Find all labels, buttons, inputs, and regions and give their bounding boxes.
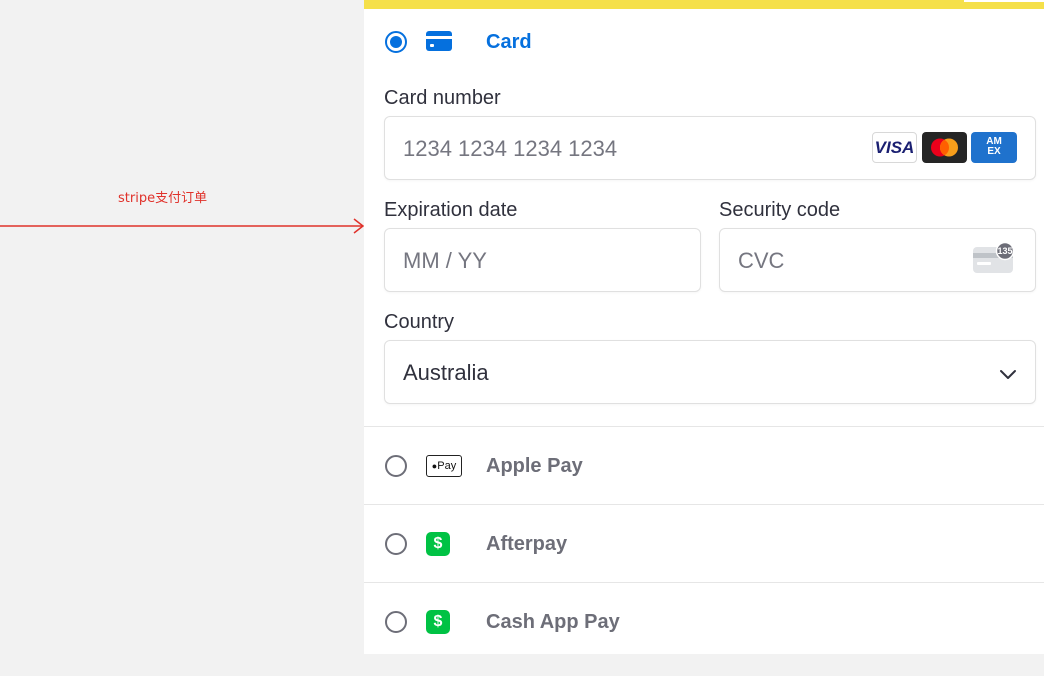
card-number-input[interactable]: 1234 1234 1234 1234 VISA AM EX <box>384 116 1036 180</box>
expiration-placeholder: MM / YY <box>403 248 487 273</box>
afterpay-radio[interactable] <box>385 533 407 555</box>
cash-app-icon: $ <box>426 610 450 634</box>
cvc-card-icon: 135 <box>973 242 1015 276</box>
country-value: Australia <box>403 360 489 385</box>
expiration-label: Expiration date <box>384 199 518 221</box>
cash-app-pay-label[interactable]: Cash App Pay <box>486 611 620 634</box>
afterpay-icon: $ <box>426 532 450 556</box>
apple-pay-label[interactable]: Apple Pay <box>486 455 583 478</box>
card-radio[interactable] <box>385 31 407 53</box>
country-select[interactable]: Australia <box>384 340 1036 404</box>
annotation-label: stripe支付订单 <box>118 191 208 206</box>
security-code-label: Security code <box>719 199 841 221</box>
mastercard-icon <box>922 132 967 163</box>
expiration-input[interactable]: MM / YY <box>384 228 701 292</box>
cash-app-pay-radio[interactable] <box>385 611 407 633</box>
amex-icon: AM EX <box>971 132 1017 163</box>
card-number-placeholder: 1234 1234 1234 1234 <box>403 136 618 161</box>
credit-card-icon <box>426 31 452 51</box>
afterpay-label[interactable]: Afterpay <box>486 533 567 556</box>
payment-panel: Card Card number 1234 1234 1234 1234 VIS… <box>364 0 1044 654</box>
country-label: Country <box>384 311 455 333</box>
apple-pay-radio[interactable] <box>385 455 407 477</box>
divider <box>364 582 1044 583</box>
apple-pay-icon: ●Pay <box>426 455 462 477</box>
cvc-badge: 135 <box>997 246 1013 256</box>
security-code-placeholder: CVC <box>738 248 785 273</box>
visa-icon: VISA <box>872 132 917 163</box>
card-number-label: Card number <box>384 87 501 109</box>
annotation-arrow <box>0 218 365 234</box>
divider <box>364 426 1044 427</box>
security-code-input[interactable]: CVC 135 <box>719 228 1036 292</box>
card-method-label[interactable]: Card <box>486 31 532 54</box>
top-banner <box>364 0 1044 9</box>
chevron-down-icon <box>1000 370 1016 379</box>
divider <box>364 504 1044 505</box>
